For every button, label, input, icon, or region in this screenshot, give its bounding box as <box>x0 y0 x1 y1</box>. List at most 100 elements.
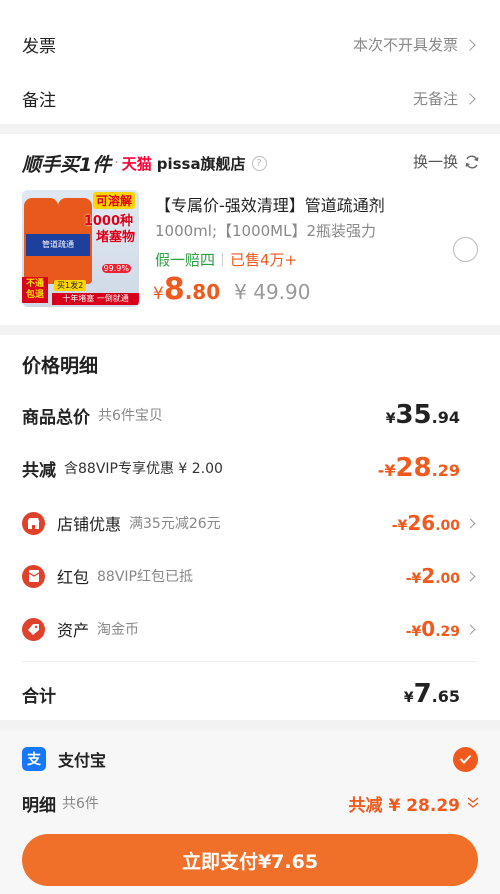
detail-reduce-text: 共减 ¥ 28.29 <box>348 795 460 816</box>
note-row[interactable]: 备注 无备注 <box>0 73 500 123</box>
reduce-sub: 含88VIP专享优惠 ¥ 2.00 <box>64 461 223 477</box>
double-chevron-down-icon <box>467 797 479 808</box>
payment-panel: 支 支付宝 明细 共6件 共减 ¥ 28.29 立即支付¥7.65 <box>0 730 500 894</box>
chevron-right-icon <box>464 38 476 51</box>
original-price: ¥ 49.90 <box>234 280 311 304</box>
amount-decimal: .29 <box>435 624 460 640</box>
thumb-badge-bottom: 十年堵塞 一倒就通 <box>52 293 139 305</box>
product-badges: 假一赔四 已售4万+ <box>155 249 297 270</box>
amount-prefix: -¥ <box>405 571 422 587</box>
amount-integer: 35 <box>395 400 432 430</box>
invoice-row[interactable]: 发票 本次不开具发票 <box>0 19 500 69</box>
thumb-tag-1: 可溶解 <box>92 192 135 209</box>
amount-decimal: .00 <box>435 518 460 534</box>
order-options-card: 发票 本次不开具发票 备注 无备注 <box>0 0 500 124</box>
checkmark-icon[interactable] <box>453 746 478 772</box>
thumb-bottle-label: 管道疏通 <box>26 234 90 256</box>
assets-amount: -¥ 0 .29 <box>406 617 460 641</box>
total-goods-row: 商品总价 共6件宝贝 ¥ 35 .94 <box>22 399 460 431</box>
thumb-tag-3: 堵塞物 <box>95 230 135 245</box>
amount-prefix: -¥ <box>405 624 422 640</box>
coin-tag-icon <box>22 617 45 641</box>
detail-sub: 共6件 <box>62 796 99 812</box>
red-packet-icon <box>22 564 45 588</box>
reduce-amount: -¥ 28 .29 <box>378 453 460 483</box>
total-goods-amount: ¥ 35 .94 <box>386 400 460 430</box>
sum-label: 合计 <box>22 686 56 707</box>
price-symbol: ¥ <box>153 284 164 304</box>
promo-header: 顺手买1件 · 天猫 pissa旗舰店 ? <box>22 150 267 176</box>
product-price: ¥ 8 .80 ¥ 49.90 <box>153 272 310 307</box>
price-decimal: .80 <box>184 280 221 304</box>
invoice-value: 本次不开具发票 <box>353 34 476 55</box>
amount-symbol: ¥ <box>403 690 414 706</box>
price-integer: 8 <box>163 272 185 307</box>
promo-dot: · <box>114 155 119 171</box>
total-goods-sub: 共6件宝贝 <box>98 408 163 424</box>
assets-sub: 淘金币 <box>97 622 140 638</box>
sum-row: 合计 ¥ 7 .65 <box>22 677 460 711</box>
red-packet-sub: 88VIP红包已抵 <box>97 569 193 585</box>
chevron-right-icon <box>464 92 476 105</box>
red-packet-row[interactable]: 红包 88VIP红包已抵 -¥ 2 .00 <box>22 562 478 590</box>
amount-integer: 7 <box>413 679 432 709</box>
thumb-percent: 99.9% <box>101 264 131 273</box>
pay-now-button[interactable]: 立即支付¥7.65 <box>22 834 478 886</box>
alipay-row[interactable]: 支 支付宝 <box>22 744 478 774</box>
amount-decimal: .94 <box>431 408 460 427</box>
select-radio[interactable] <box>453 237 478 262</box>
shop-discount-amount: -¥ 26 .00 <box>392 511 460 535</box>
sum-amount: ¥ 7 .65 <box>404 679 460 709</box>
chevron-right-icon <box>465 571 476 581</box>
price-details-title: 价格明细 <box>22 355 99 377</box>
help-icon[interactable]: ? <box>251 155 267 171</box>
chevron-right-icon <box>465 518 476 528</box>
total-goods-label: 商品总价 <box>22 407 90 428</box>
amount-prefix: -¥ <box>377 461 396 480</box>
amount-integer: 26 <box>407 511 436 535</box>
product-title[interactable]: 【专属价-强效清理】管道疏通剂 <box>155 192 385 216</box>
thumb-badge-left: 不通包退 <box>22 277 48 303</box>
add-on-product-card: 顺手买1件 · 天猫 pissa旗舰店 ? 换一换 管道疏通 可溶解 1000种… <box>0 134 500 325</box>
thumb-badge-buy: 买1发2 <box>54 280 87 291</box>
alipay-icon: 支 <box>22 747 46 771</box>
amount-decimal: .00 <box>435 571 460 587</box>
amount-symbol: ¥ <box>385 411 396 427</box>
swap-button[interactable]: 换一换 <box>413 151 480 172</box>
product-thumbnail[interactable]: 管道疏通 可溶解 1000种 堵塞物 99.9% 不通包退 买1发2 十年堵塞 … <box>22 190 139 307</box>
tmall-label: 天猫 <box>121 154 152 173</box>
invoice-label: 发票 <box>22 36 56 57</box>
refresh-icon <box>465 155 479 168</box>
shop-discount-label: 店铺优惠 <box>57 515 122 534</box>
badge-divider <box>222 253 224 266</box>
detail-label: 明细 <box>22 795 56 816</box>
promo-brand-text: 顺手买1件 <box>22 153 112 176</box>
amount-integer: 28 <box>395 453 432 483</box>
shop-discount-sub: 满35元减26元 <box>129 516 221 532</box>
payment-method-label: 支付宝 <box>58 751 107 770</box>
amount-decimal: .65 <box>431 687 460 706</box>
shop-name[interactable]: pissa旗舰店 <box>157 153 246 174</box>
red-packet-amount: -¥ 2 .00 <box>406 564 460 588</box>
total-reduce-row: 共减 含88VIP专享优惠 ¥ 2.00 -¥ 28 .29 <box>22 452 460 484</box>
swap-label: 换一换 <box>412 153 458 171</box>
shop-discount-row[interactable]: 店铺优惠 满35元减26元 -¥ 26 .00 <box>22 509 478 537</box>
shop-icon <box>22 511 45 535</box>
guarantee-badge: 假一赔四 <box>155 251 216 269</box>
assets-label: 资产 <box>57 621 90 640</box>
amount-decimal: .29 <box>431 461 460 480</box>
detail-row[interactable]: 明细 共6件 共减 ¥ 28.29 <box>22 788 480 818</box>
pay-now-label: 立即支付¥7.65 <box>181 850 319 873</box>
reduce-label: 共减 <box>22 460 56 481</box>
divider <box>22 661 478 662</box>
price-details-card: 价格明细 商品总价 共6件宝贝 ¥ 35 .94 共减 含88VIP专享优惠 ¥… <box>0 335 500 720</box>
amount-integer: 0 <box>421 617 436 641</box>
assets-row[interactable]: 资产 淘金币 -¥ 0 .29 <box>22 615 478 643</box>
note-value: 无备注 <box>413 88 476 109</box>
amount-integer: 2 <box>421 564 436 588</box>
chevron-right-icon <box>465 624 476 634</box>
note-label: 备注 <box>22 90 56 111</box>
product-spec: 1000ml;【1000ML】2瓶装强力 <box>155 222 377 240</box>
red-packet-label: 红包 <box>57 568 90 587</box>
sold-count: 已售4万+ <box>230 251 298 269</box>
